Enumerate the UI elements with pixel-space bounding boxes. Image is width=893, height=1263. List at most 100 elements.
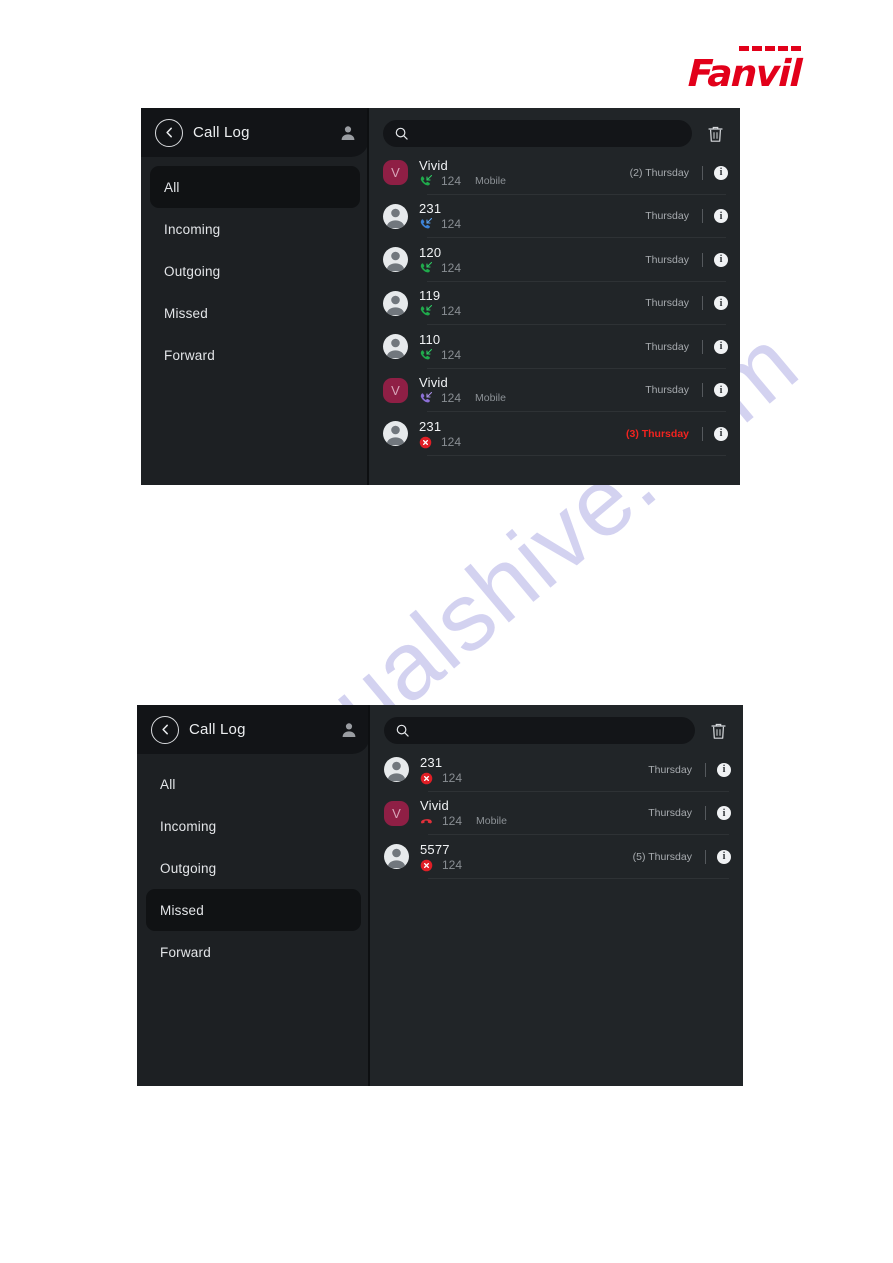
call-row-right: Thursday i [645, 209, 728, 224]
call-row-right: (5) Thursday i [633, 849, 731, 864]
call-log-content: V Vivid 124 Mobile (2) Thursday i 231 124 Thursd… [369, 108, 740, 485]
sidebar-item-outgoing[interactable]: Outgoing [150, 250, 360, 292]
chevron-left-icon[interactable] [151, 715, 179, 744]
search-input[interactable] [416, 126, 680, 141]
sidebar-item-missed[interactable]: Missed [146, 889, 361, 931]
call-row-sub: 124 Mobile [420, 815, 648, 828]
info-icon[interactable]: i [714, 339, 728, 354]
search-icon [396, 724, 409, 737]
call-log-row[interactable]: 110 124 Thursday i [369, 325, 740, 369]
call-row-name: 231 [419, 201, 442, 217]
sidebar-menu: All Incoming Outgoing Missed Forward [137, 754, 370, 1086]
call-row-name: Vivid [419, 157, 448, 173]
call-log-row[interactable]: V Vivid 124 Mobile Thursday i [369, 369, 740, 412]
call-row-sub: 124 [419, 218, 645, 231]
avatar [383, 421, 408, 447]
call-row-right: (3) Thursday i [626, 426, 728, 441]
call-row-main: Vivid 124 Mobile [420, 798, 648, 828]
row-separator [702, 209, 703, 224]
sidebar-item-label: Outgoing [160, 860, 217, 876]
call-log-row[interactable]: 231 124 (3) Thursday i [369, 412, 740, 456]
trash-icon[interactable] [702, 121, 728, 147]
phone-incoming-icon [419, 174, 433, 188]
call-row-time: Thursday [645, 384, 689, 397]
call-log-row[interactable]: 5577 124 (5) Thursday i [370, 835, 743, 879]
sidebar-item-incoming[interactable]: Incoming [150, 208, 360, 250]
call-log-row[interactable]: 120 124 Thursday i [369, 238, 740, 282]
info-icon[interactable]: i [717, 849, 731, 864]
sidebar-item-forward[interactable]: Forward [150, 334, 360, 376]
call-row-name: 120 [419, 244, 442, 260]
trash-icon[interactable] [705, 718, 731, 744]
avatar [383, 247, 408, 273]
call-row-name: Vivid [420, 798, 449, 814]
call-row-extension: 124 [441, 304, 462, 319]
avatar [384, 757, 409, 783]
sidebar: Call Log All Incoming Outgoing Missed Forward [141, 108, 369, 485]
call-row-extension: 124 [441, 391, 462, 406]
logo-bars-icon [739, 46, 801, 51]
call-row-main: 231 124 [420, 755, 648, 785]
call-log-row[interactable]: V Vivid 124 Mobile (2) Thursday i [369, 151, 740, 195]
avatar [384, 844, 409, 870]
call-row-sub: 124 [419, 305, 645, 318]
phone-missed-icon [420, 859, 433, 872]
call-row-tag: Mobile [476, 815, 507, 828]
sidebar-item-outgoing[interactable]: Outgoing [146, 847, 361, 889]
chevron-left-icon[interactable] [155, 118, 183, 147]
call-row-right: Thursday i [648, 762, 731, 777]
call-row-extension: 124 [441, 260, 462, 275]
sidebar-item-incoming[interactable]: Incoming [146, 805, 361, 847]
avatar [383, 290, 408, 316]
info-icon[interactable]: i [714, 383, 728, 398]
call-log-row[interactable]: 231 124 Thursday i [369, 195, 740, 238]
sidebar-item-label: Forward [164, 347, 215, 363]
call-row-main: 119 124 [419, 288, 645, 318]
person-icon[interactable] [339, 124, 357, 142]
call-row-sub: 124 [419, 348, 645, 362]
sidebar-item-all[interactable]: All [146, 763, 361, 805]
call-row-extension: 124 [441, 217, 462, 232]
screenshot-call-log-all: Call Log All Incoming Outgoing Missed Forward… [141, 108, 740, 485]
call-row-main: 110 124 [419, 332, 645, 362]
info-icon[interactable]: i [714, 296, 728, 311]
call-row-time: Thursday [648, 763, 692, 776]
sidebar-item-missed[interactable]: Missed [150, 292, 360, 334]
sidebar-item-label: Forward [160, 944, 211, 960]
info-icon[interactable]: i [717, 762, 731, 777]
phone-missed-icon [419, 436, 432, 449]
sidebar-item-forward[interactable]: Forward [146, 931, 361, 973]
info-icon[interactable]: i [714, 426, 728, 441]
row-separator [705, 849, 706, 864]
call-row-main: 5577 124 [420, 842, 633, 872]
sidebar-item-all[interactable]: All [150, 166, 360, 208]
call-list: 231 124 Thursday i V Vivid 124 Mobile Thursday i 5… [370, 744, 743, 1086]
person-icon[interactable] [340, 721, 358, 739]
call-log-row[interactable]: V Vivid 124 Mobile Thursday i [370, 792, 743, 835]
avatar [383, 203, 408, 229]
call-row-name: 231 [420, 754, 443, 770]
page-title: Call Log [189, 721, 246, 738]
call-row-sub: 124 [419, 434, 626, 449]
call-row-time: Thursday [645, 210, 689, 223]
call-row-main: Vivid 124 Mobile [419, 158, 630, 188]
call-row-extension: 124 [441, 434, 462, 449]
call-row-right: (2) Thursday i [630, 165, 728, 180]
sidebar-item-label: All [164, 179, 180, 195]
info-icon[interactable]: i [714, 209, 728, 224]
call-row-right: Thursday i [645, 252, 728, 267]
call-row-tag: Mobile [475, 392, 506, 405]
call-log-row[interactable]: 119 124 Thursday i [369, 282, 740, 325]
search-box[interactable] [384, 717, 695, 744]
call-row-name: 5577 [420, 841, 450, 857]
call-row-main: Vivid 124 Mobile [419, 375, 645, 405]
phone-declined-icon [420, 815, 433, 828]
call-row-main: 231 124 [419, 201, 645, 231]
info-icon[interactable]: i [717, 806, 731, 821]
topbar: Call Log [141, 108, 369, 157]
call-log-row[interactable]: 231 124 Thursday i [370, 748, 743, 792]
search-box[interactable] [383, 120, 692, 147]
search-input[interactable] [417, 723, 683, 738]
info-icon[interactable]: i [714, 165, 728, 180]
info-icon[interactable]: i [714, 252, 728, 267]
